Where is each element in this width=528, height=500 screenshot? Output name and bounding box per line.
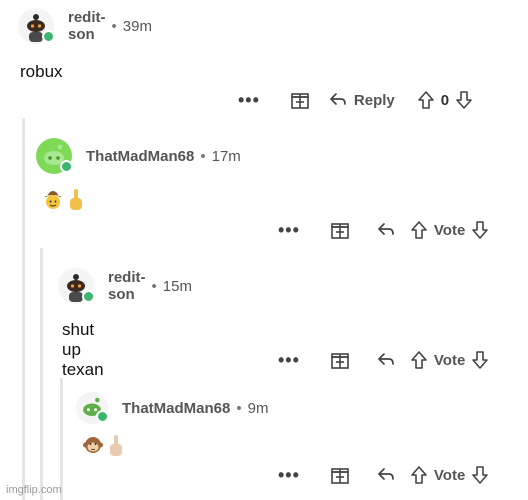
reply-button[interactable]: Reply xyxy=(328,91,395,109)
downvote-arrow-icon xyxy=(472,351,489,369)
reply-arrow-icon xyxy=(378,468,394,480)
vote-score: 0 xyxy=(440,91,450,109)
vote-label: Vote xyxy=(433,351,466,369)
online-indicator xyxy=(96,410,109,423)
monkey-face-icon xyxy=(83,437,103,453)
reply-arrow-icon xyxy=(378,353,394,365)
comment-actions: ••• Vote xyxy=(278,348,489,372)
comment-emoji xyxy=(42,188,84,212)
thread-line-3[interactable] xyxy=(60,378,63,500)
upvote-arrow-icon xyxy=(411,466,427,484)
online-indicator xyxy=(60,160,73,173)
separator-dot: • xyxy=(236,399,242,417)
upvote-arrow-icon xyxy=(417,91,434,109)
thread-line-2[interactable] xyxy=(40,248,43,500)
cowboy-face-icon xyxy=(44,191,62,209)
username[interactable]: ThatMadMan68 xyxy=(122,400,230,417)
downvote-button[interactable] xyxy=(455,90,473,110)
thread-line-1[interactable] xyxy=(22,118,25,500)
avatar[interactable] xyxy=(36,138,73,174)
username[interactable]: redit-son xyxy=(68,9,106,43)
reply-arrow-icon xyxy=(330,93,346,105)
reply-button[interactable] xyxy=(376,221,396,239)
reply-button[interactable] xyxy=(376,351,396,369)
award-button[interactable] xyxy=(330,220,350,240)
online-indicator xyxy=(82,290,95,303)
username[interactable]: redit-son xyxy=(108,269,146,303)
upvote-button[interactable] xyxy=(410,350,428,370)
gift-icon xyxy=(331,353,349,369)
comment-text: robux xyxy=(20,62,63,81)
imgflip-watermark: imgflip.com xyxy=(6,484,62,496)
more-options-button[interactable]: ••• xyxy=(278,465,300,486)
timestamp: 17m xyxy=(211,147,241,165)
gift-icon xyxy=(331,468,349,484)
gift-icon xyxy=(331,223,349,239)
reply-button[interactable] xyxy=(376,466,396,484)
award-button[interactable] xyxy=(290,90,310,110)
downvote-button[interactable] xyxy=(471,220,489,240)
comment-header: redit-son • 39m xyxy=(18,8,152,44)
avatar[interactable] xyxy=(18,8,55,44)
avatar[interactable] xyxy=(76,392,109,424)
separator-dot: • xyxy=(200,147,206,165)
vote-label: Vote xyxy=(433,221,466,239)
timestamp: 39m xyxy=(122,17,152,35)
vote-label: Vote xyxy=(433,466,466,484)
separator-dot: • xyxy=(111,17,117,35)
upvote-button[interactable] xyxy=(417,90,435,110)
avatar[interactable] xyxy=(58,268,95,304)
downvote-button[interactable] xyxy=(471,350,489,370)
comment-header: redit-son • 15m xyxy=(58,268,192,304)
gift-icon xyxy=(291,93,309,109)
timestamp: 9m xyxy=(247,399,269,417)
award-button[interactable] xyxy=(330,350,350,370)
more-options-button[interactable]: ••• xyxy=(238,90,260,111)
comment-actions: ••• Vote xyxy=(278,463,489,487)
comment-emoji xyxy=(82,434,124,458)
downvote-arrow-icon xyxy=(456,91,472,109)
reply-arrow-icon xyxy=(378,223,394,235)
downvote-button[interactable] xyxy=(471,465,489,485)
award-button[interactable] xyxy=(330,465,350,485)
upvote-button[interactable] xyxy=(410,220,428,240)
comment-actions: ••• Vote xyxy=(278,218,489,242)
reply-label: Reply xyxy=(353,91,395,109)
timestamp: 15m xyxy=(162,277,192,295)
more-options-button[interactable]: ••• xyxy=(278,220,300,241)
online-indicator xyxy=(42,30,55,43)
middle-finger-icon xyxy=(110,435,122,456)
separator-dot: • xyxy=(151,277,157,295)
username[interactable]: ThatMadMan68 xyxy=(86,148,194,165)
upvote-button[interactable] xyxy=(410,465,428,485)
upvote-arrow-icon xyxy=(411,221,427,239)
downvote-arrow-icon xyxy=(472,466,489,484)
comment-text: shut up texan xyxy=(62,320,104,379)
comment-actions: ••• Reply 0 xyxy=(238,88,473,112)
downvote-arrow-icon xyxy=(472,221,489,239)
comment-header: ThatMadMan68 • 9m xyxy=(76,392,268,424)
middle-finger-icon xyxy=(70,189,82,210)
more-options-button[interactable]: ••• xyxy=(278,350,300,371)
upvote-arrow-icon xyxy=(411,351,427,369)
comment-header: ThatMadMan68 • 17m xyxy=(36,138,241,174)
